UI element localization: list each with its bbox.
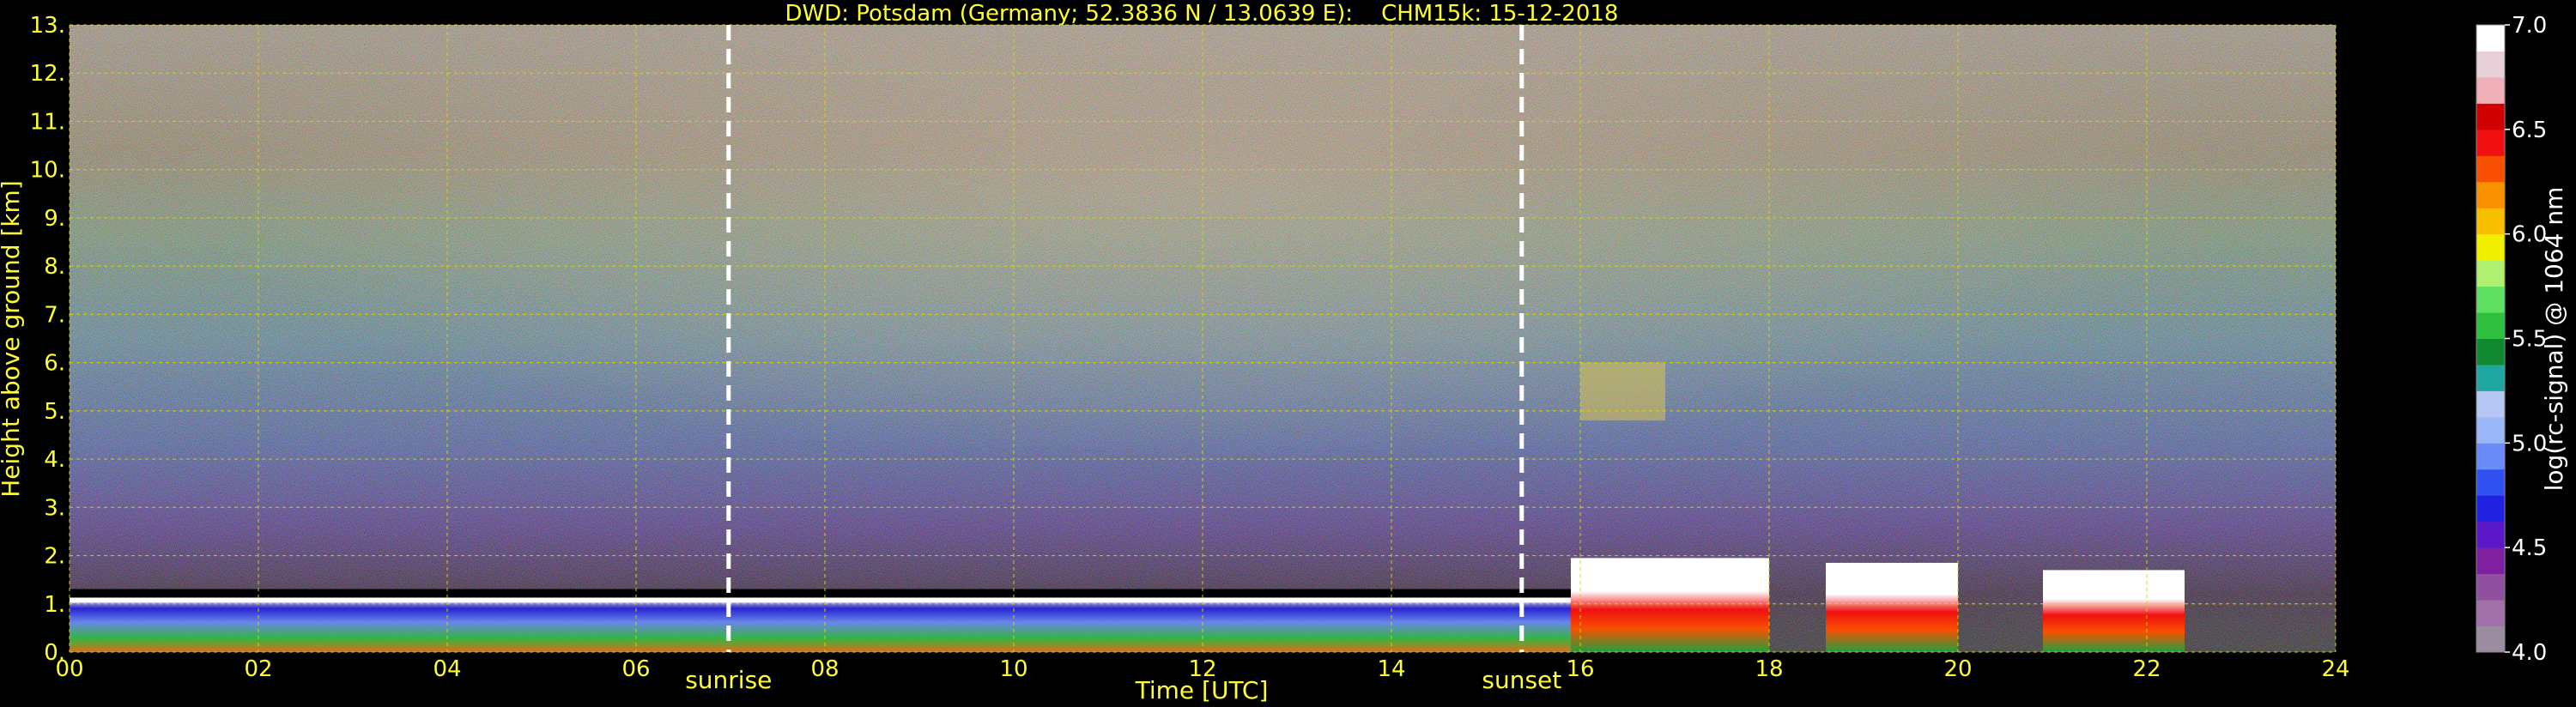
colorbar-label: log(rc-signal) @ 1064 nm	[2540, 187, 2568, 492]
y-tick-label: 13.	[30, 13, 65, 39]
colorbar-tick-label: 7.0	[2512, 13, 2547, 39]
y-tick-label: 4.	[44, 447, 65, 473]
colorbar-segment	[2476, 364, 2505, 391]
boundary-layer	[70, 597, 1590, 652]
x-axis-label: Time [UTC]	[1135, 676, 1269, 704]
signal-noise	[70, 25, 2336, 652]
bl-top-edge	[70, 597, 1590, 603]
colorbar-segment	[2476, 547, 2505, 575]
colorbar-segment	[2476, 103, 2505, 130]
colorbar-segment	[2476, 573, 2505, 601]
colorbar: 4.04.55.05.56.06.57.0	[2476, 13, 2547, 666]
lidar-chart: DWD: Potsdam (Germany; 52.3836 N / 13.06…	[0, 1, 2568, 704]
cloud-layer	[1571, 558, 1769, 652]
sunset-label: sunset	[1482, 666, 1561, 694]
y-axis-label: Height above ground [km]	[0, 180, 25, 498]
y-tick-label: 0.	[44, 640, 65, 666]
colorbar-segment	[2476, 312, 2505, 339]
colorbar-segment	[2476, 600, 2505, 627]
colorbar-segment	[2476, 76, 2505, 104]
colorbar-segment	[2476, 286, 2505, 313]
y-tick-label: 11.	[30, 109, 65, 135]
colorbar-tick-label: 4.0	[2512, 640, 2547, 666]
colorbar-segment	[2476, 51, 2505, 78]
colorbar-segment	[2476, 416, 2505, 444]
x-tick-label: 22	[2132, 656, 2161, 682]
y-tick-label: 12.	[30, 61, 65, 87]
colorbar-segment	[2476, 468, 2505, 496]
y-tick-label: 2.	[44, 544, 65, 570]
colorbar-segment	[2476, 338, 2505, 366]
colorbar-segment	[2476, 495, 2505, 523]
colorbar-segment	[2476, 521, 2505, 548]
y-tick-label: 7.	[44, 302, 65, 328]
x-tick-label: 16	[1566, 656, 1594, 682]
chart-title: DWD: Potsdam (Germany; 52.3836 N / 13.06…	[785, 1, 1619, 27]
colorbar-tick-label: 6.5	[2512, 118, 2547, 143]
colorbar-segment	[2476, 181, 2505, 208]
y-tick-label: 9.	[44, 206, 65, 232]
x-tick-label: 10	[999, 656, 1027, 682]
colorbar-segment	[2476, 390, 2505, 418]
x-tick-label: 18	[1755, 656, 1783, 682]
colorbar-tick-label: 4.5	[2512, 535, 2547, 561]
y-tick-label: 6.	[44, 351, 65, 377]
colorbar-segment	[2476, 443, 2505, 470]
plot-area	[69, 24, 2337, 653]
virga	[1580, 362, 1665, 421]
colorbar-segment	[2476, 129, 2505, 156]
x-tick-label: 02	[244, 656, 272, 682]
colorbar-segment	[2476, 208, 2505, 235]
sunrise-label: sunrise	[685, 666, 772, 694]
colorbar-segment	[2476, 260, 2505, 287]
x-tick-label: 14	[1377, 656, 1405, 682]
colorbar-segment	[2476, 233, 2505, 261]
cloud-layer	[2043, 570, 2185, 652]
colorbar-segment	[2476, 625, 2505, 653]
colorbar-segment	[2476, 25, 2505, 51]
y-tick-label: 8.	[44, 254, 65, 280]
y-tick-label: 3.	[44, 495, 65, 521]
y-tick-label: 1.	[44, 592, 65, 618]
x-tick-label: 06	[621, 656, 650, 682]
cloud-layer	[1826, 562, 1958, 652]
x-tick-label: 04	[433, 656, 461, 682]
x-tick-label: 24	[2321, 656, 2349, 682]
colorbar-segment	[2476, 155, 2505, 183]
x-tick-label: 08	[810, 656, 839, 682]
y-axis-ticks: 0. 1. 2. 3. 4. 5. 6. 7. 8. 9. 10. 11. 12. 13.	[30, 13, 65, 666]
x-tick-label: 20	[1943, 656, 1972, 682]
bl-dark-band	[70, 589, 1590, 598]
y-tick-label: 10.	[30, 158, 65, 184]
y-tick-label: 5.	[44, 399, 65, 425]
